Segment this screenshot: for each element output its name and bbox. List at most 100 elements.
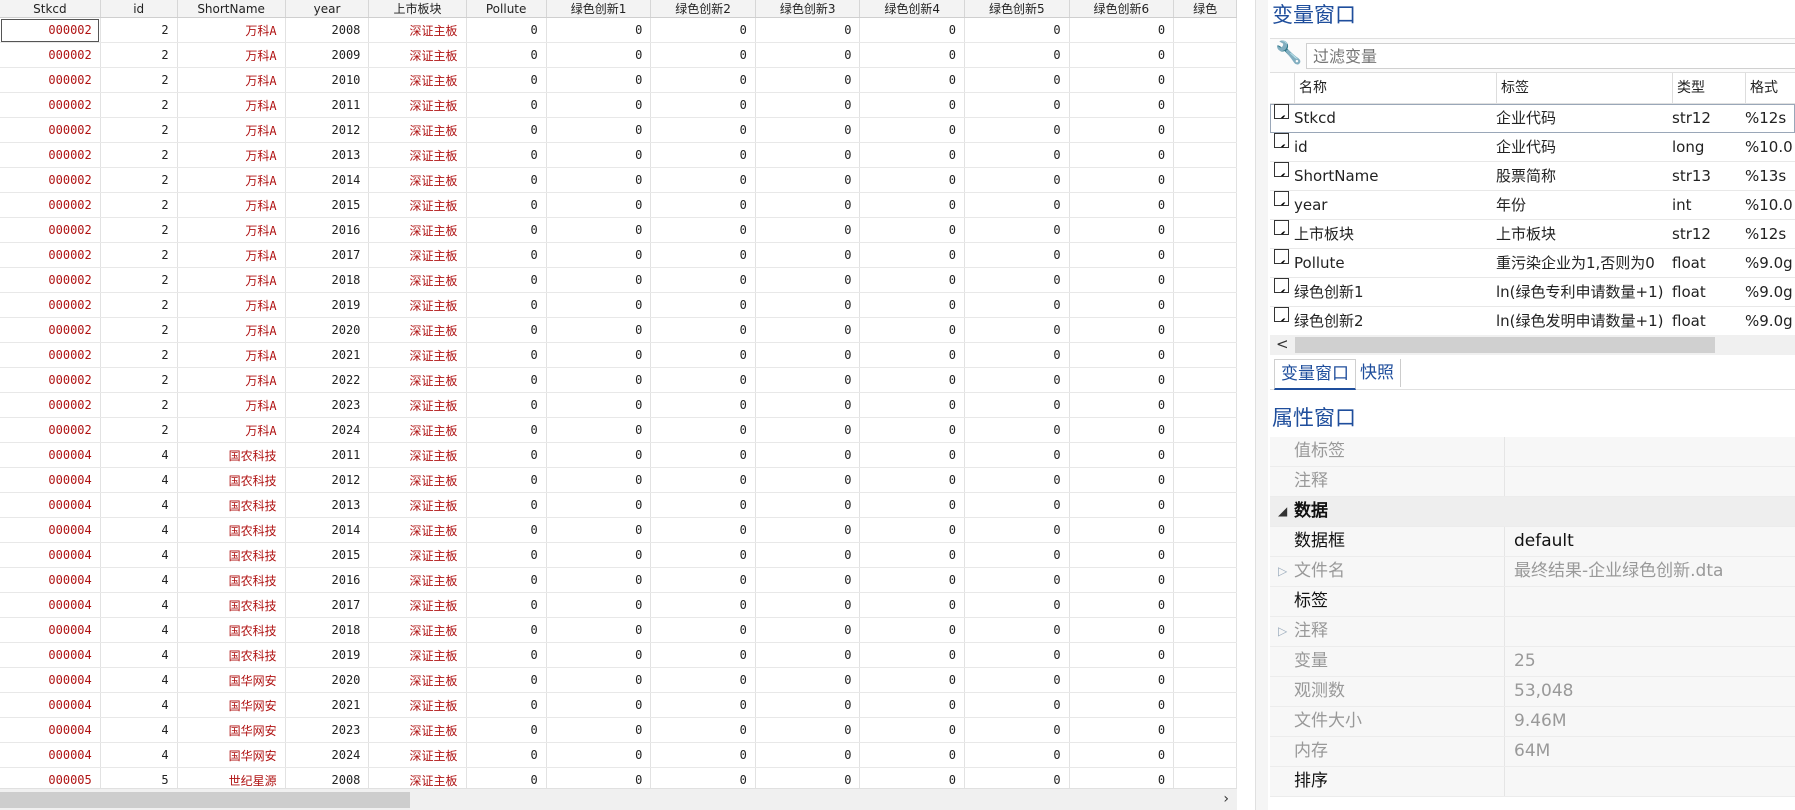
table-cell[interactable]: 0 [546, 692, 652, 718]
table-cell[interactable]: 0 [466, 392, 547, 418]
table-cell[interactable]: 0 [650, 142, 756, 168]
table-cell[interactable]: 2008 [285, 767, 370, 788]
table-cell[interactable] [1173, 617, 1237, 643]
table-cell[interactable]: 深证主板 [368, 667, 467, 693]
table-cell[interactable]: 2016 [285, 217, 370, 243]
table-cell[interactable]: 2 [100, 192, 178, 218]
table-cell[interactable]: 0 [1069, 417, 1175, 443]
property-row[interactable]: 变量 25 [1270, 647, 1795, 677]
table-cell[interactable]: 2 [100, 167, 178, 193]
header-label[interactable]: 标签 [1496, 73, 1673, 103]
table-cell[interactable]: 000004 [0, 667, 101, 693]
table-cell[interactable] [1173, 392, 1237, 418]
table-cell[interactable]: 2012 [285, 467, 370, 493]
table-cell[interactable]: 000002 [0, 392, 101, 418]
table-cell[interactable]: 2017 [285, 592, 370, 618]
table-cell[interactable]: 0 [755, 392, 861, 418]
table-cell[interactable]: 2 [100, 217, 178, 243]
table-cell[interactable]: 4 [100, 592, 178, 618]
table-cell[interactable]: 0 [755, 67, 861, 93]
table-cell[interactable] [1173, 117, 1237, 143]
table-cell[interactable]: 0 [466, 692, 547, 718]
table-cell[interactable]: 深证主板 [368, 292, 467, 318]
table-cell[interactable]: 0 [650, 92, 756, 118]
table-cell[interactable]: 2016 [285, 567, 370, 593]
table-cell[interactable]: 0 [859, 642, 966, 668]
table-cell[interactable]: 0 [755, 717, 861, 743]
table-cell[interactable]: 0 [650, 167, 756, 193]
column-header[interactable]: 上市板块 [368, 0, 467, 18]
table-cell[interactable]: 深证主板 [368, 242, 467, 268]
table-cell[interactable]: 0 [1069, 667, 1175, 693]
checkmark-icon[interactable]: ✔ [1274, 133, 1289, 148]
table-cell[interactable]: 0 [859, 317, 966, 343]
table-cell[interactable]: 0 [964, 342, 1070, 368]
table-cell[interactable]: 0 [755, 592, 861, 618]
table-cell[interactable]: 000002 [0, 367, 101, 393]
table-cell[interactable]: 0 [466, 592, 547, 618]
table-cell[interactable]: 2 [100, 267, 178, 293]
table-cell[interactable]: 深证主板 [368, 617, 467, 643]
table-cell[interactable]: 0 [546, 742, 652, 768]
table-cell[interactable]: 2013 [285, 492, 370, 518]
table-cell[interactable]: 深证主板 [368, 67, 467, 93]
table-cell[interactable]: 000002 [0, 67, 101, 93]
table-cell[interactable]: 0 [755, 492, 861, 518]
table-cell[interactable] [1173, 192, 1237, 218]
table-cell[interactable]: 0 [859, 617, 966, 643]
table-cell[interactable]: 0 [859, 17, 966, 43]
column-header[interactable]: 绿色创新6 [1069, 0, 1175, 18]
table-cell[interactable]: 0 [859, 117, 966, 143]
table-cell[interactable]: 4 [100, 542, 178, 568]
variable-row[interactable]: ✔ Pollute 重污染企业为1,否则为0 float %9.0g [1270, 249, 1795, 278]
table-cell[interactable]: 0 [1069, 692, 1175, 718]
table-cell[interactable]: 2020 [285, 667, 370, 693]
table-cell[interactable]: 0 [964, 642, 1070, 668]
table-cell[interactable]: 0 [466, 267, 547, 293]
table-cell[interactable]: 深证主板 [368, 142, 467, 168]
table-cell[interactable]: 0 [546, 567, 652, 593]
table-cell[interactable]: 0 [650, 67, 756, 93]
table-cell[interactable]: 0 [546, 767, 652, 788]
table-cell[interactable]: 0 [546, 117, 652, 143]
table-cell[interactable]: 0 [546, 517, 652, 543]
property-row[interactable]: 标签 [1270, 587, 1795, 617]
column-header[interactable]: 绿色创新2 [650, 0, 756, 18]
table-cell[interactable]: 000002 [0, 192, 101, 218]
table-cell[interactable]: 0 [964, 392, 1070, 418]
table-cell[interactable]: 0 [964, 142, 1070, 168]
table-cell[interactable]: 0 [546, 167, 652, 193]
table-cell[interactable]: 2009 [285, 42, 370, 68]
variable-row[interactable]: ✔ year 年份 int %10.0 [1270, 191, 1795, 220]
table-cell[interactable]: 0 [859, 92, 966, 118]
table-cell[interactable]: 0 [964, 442, 1070, 468]
table-cell[interactable] [1173, 42, 1237, 68]
table-cell[interactable]: 0 [755, 42, 861, 68]
table-cell[interactable]: 0 [1069, 292, 1175, 318]
header-type[interactable]: 类型 [1672, 73, 1747, 103]
wrench-icon[interactable]: 🔧 [1275, 41, 1302, 66]
table-cell[interactable]: 4 [100, 492, 178, 518]
table-cell[interactable]: 万科A [177, 392, 286, 418]
table-cell[interactable]: 深证主板 [368, 742, 467, 768]
table-cell[interactable]: 0 [650, 492, 756, 518]
table-cell[interactable]: 000002 [0, 92, 101, 118]
table-cell[interactable]: 0 [755, 192, 861, 218]
checkmark-icon[interactable]: ✔ [1274, 162, 1289, 177]
table-cell[interactable]: 0 [1069, 142, 1175, 168]
table-cell[interactable] [1173, 167, 1237, 193]
table-cell[interactable]: 0 [1069, 242, 1175, 268]
table-cell[interactable]: 0 [964, 42, 1070, 68]
table-cell[interactable]: 0 [859, 42, 966, 68]
table-cell[interactable]: 0 [546, 542, 652, 568]
property-section[interactable]: ◢ 数据 [1270, 497, 1795, 527]
table-cell[interactable]: 万科A [177, 42, 286, 68]
table-cell[interactable]: 0 [650, 292, 756, 318]
table-cell[interactable]: 0 [466, 442, 547, 468]
table-cell[interactable]: 0 [546, 42, 652, 68]
table-cell[interactable]: 0 [466, 67, 547, 93]
table-cell[interactable]: 2010 [285, 67, 370, 93]
table-cell[interactable]: 0 [1069, 392, 1175, 418]
table-cell[interactable]: 0 [466, 192, 547, 218]
table-cell[interactable] [1173, 467, 1237, 493]
